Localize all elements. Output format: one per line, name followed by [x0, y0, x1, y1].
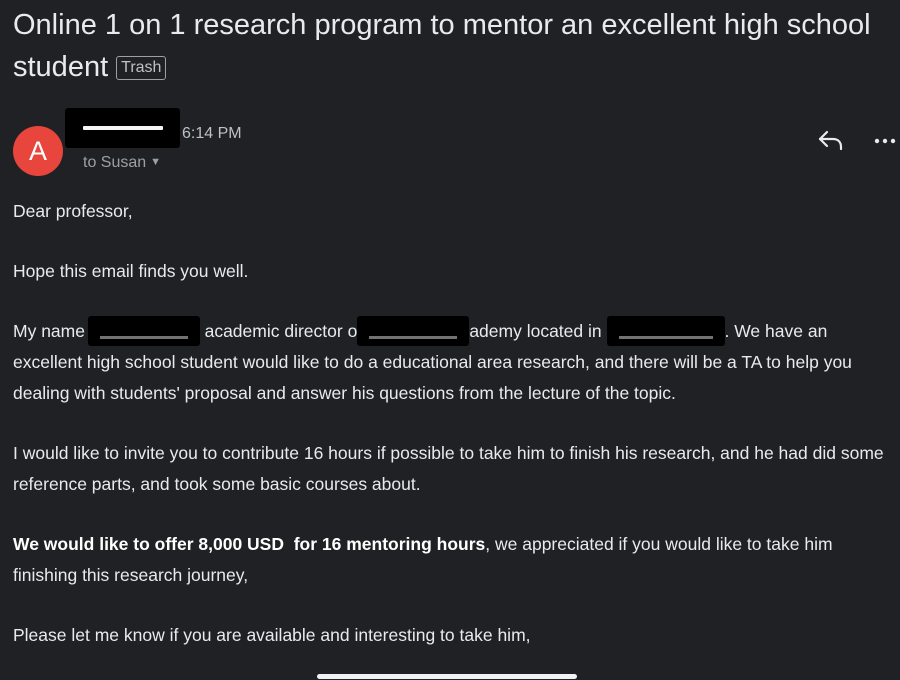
paragraph-4: We would like to offer 8,000 USD for 16 … [13, 529, 897, 591]
redacted-name [87, 316, 200, 346]
greeting: Dear professor, [13, 201, 133, 221]
more-options-button[interactable] [873, 128, 897, 154]
redacted-organization [357, 316, 470, 346]
sender-name-redacted [65, 108, 180, 148]
recipient-label: to Susan [83, 154, 147, 171]
trash-label-chip[interactable]: Trash [116, 56, 167, 80]
sender-avatar[interactable]: A [13, 126, 63, 176]
paragraph-3: I would like to invite you to contribute… [13, 443, 884, 494]
offer-highlight: We would like to offer 8,000 USD for 16 … [13, 534, 486, 554]
home-indicator[interactable] [317, 674, 577, 679]
email-time: 6:14 PM [182, 125, 242, 142]
email-body: Dear professor, Hope this email finds yo… [13, 196, 897, 680]
email-subject: Online 1 on 1 research program to mentor… [13, 4, 873, 88]
recipient-details-toggle[interactable]: to Susan ▼ [83, 154, 161, 172]
reply-icon [818, 130, 843, 151]
paragraph-2-part-b: academic director o [204, 321, 358, 341]
paragraph-2-part-c: ademy located in [469, 321, 602, 341]
chevron-down-icon: ▼ [150, 156, 162, 168]
reply-button[interactable] [816, 128, 846, 154]
paragraph-2-part-a: My name i [13, 321, 94, 341]
paragraph-2: My name i academic director o ademy locat… [13, 316, 897, 409]
more-options-icon [874, 138, 896, 144]
paragraph-1: Hope this email finds you well. [13, 261, 249, 281]
redacted-location [606, 316, 725, 346]
paragraph-5: Please let me know if you are available … [13, 625, 531, 645]
